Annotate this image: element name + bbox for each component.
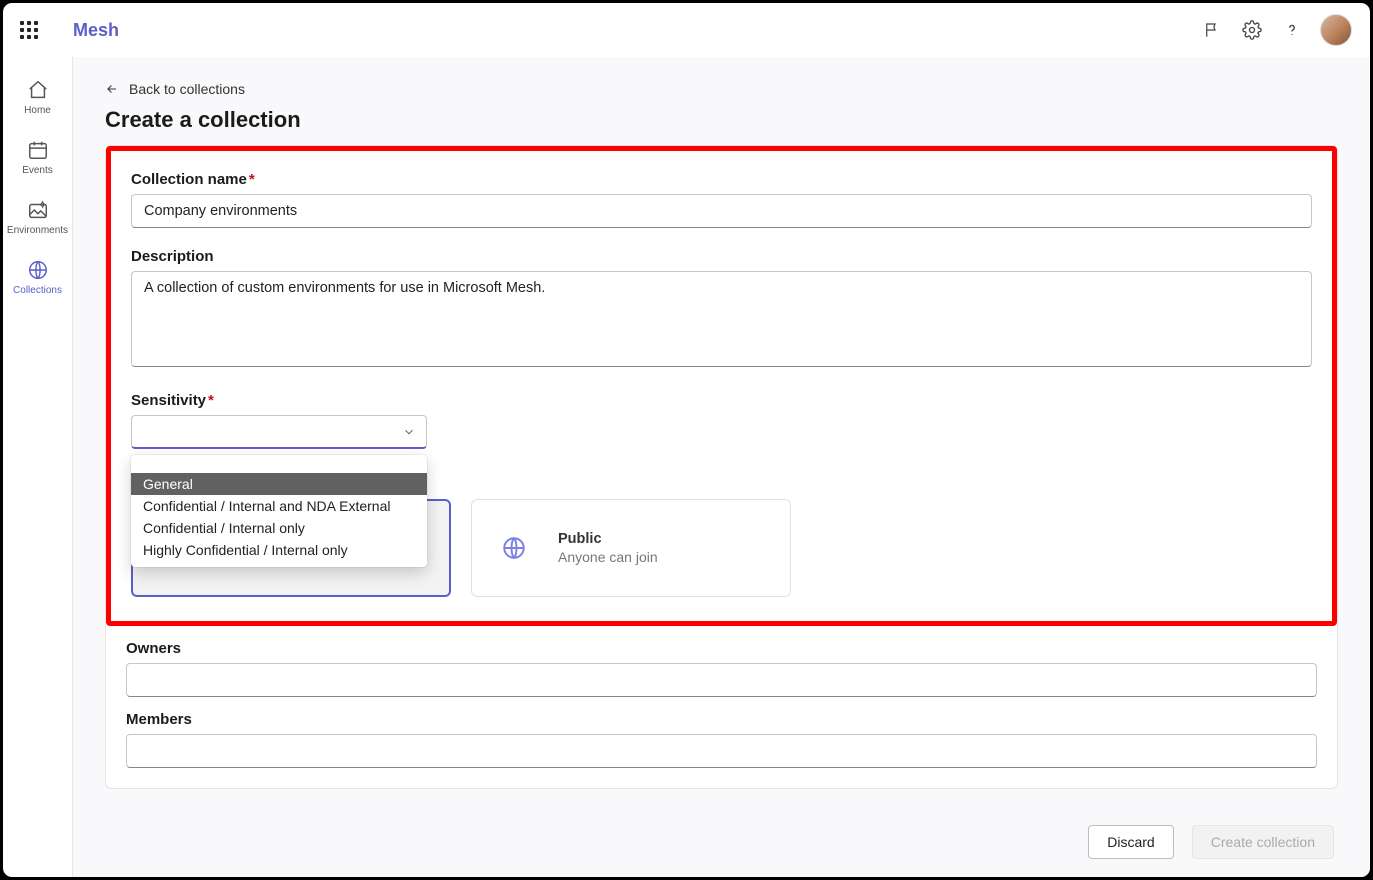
members-label: Members bbox=[126, 711, 1317, 728]
arrow-left-icon bbox=[105, 82, 119, 96]
user-avatar[interactable] bbox=[1320, 14, 1352, 46]
page-title: Create a collection bbox=[105, 107, 1338, 133]
home-icon bbox=[27, 79, 49, 101]
rail-item-environments[interactable]: Environments bbox=[4, 187, 72, 247]
top-bar: Mesh bbox=[3, 3, 1370, 57]
chevron-down-icon bbox=[402, 425, 416, 439]
create-collection-button[interactable]: Create collection bbox=[1192, 825, 1334, 859]
back-to-collections-link[interactable]: Back to collections bbox=[105, 81, 245, 97]
required-asterisk: * bbox=[249, 171, 255, 188]
help-icon[interactable] bbox=[1272, 10, 1312, 50]
rail-label: Events bbox=[22, 165, 53, 176]
owners-label: Owners bbox=[126, 640, 1317, 657]
sensitivity-dropdown: General Confidential / Internal and NDA … bbox=[131, 455, 427, 567]
rail-label: Collections bbox=[13, 285, 62, 296]
main-content: Back to collections Create a collection … bbox=[73, 57, 1370, 877]
public-subtitle: Anyone can join bbox=[558, 549, 658, 565]
collection-name-label: Collection name* bbox=[131, 171, 1312, 188]
form-footer: Discard Create collection bbox=[1088, 825, 1334, 859]
rail-label: Home bbox=[24, 105, 51, 116]
required-asterisk: * bbox=[208, 392, 214, 409]
privacy-option-public[interactable]: Public Anyone can join bbox=[471, 499, 791, 597]
rail-item-home[interactable]: Home bbox=[4, 67, 72, 127]
members-input[interactable] bbox=[126, 734, 1317, 768]
image-sparkle-icon bbox=[27, 199, 49, 221]
settings-icon[interactable] bbox=[1232, 10, 1272, 50]
discard-button[interactable]: Discard bbox=[1088, 825, 1173, 859]
owners-input[interactable] bbox=[126, 663, 1317, 697]
public-title: Public bbox=[558, 531, 658, 547]
highlighted-section: Collection name* Description Sensitivity… bbox=[106, 146, 1337, 626]
sensitivity-label: Sensitivity* bbox=[131, 392, 1312, 409]
description-input[interactable] bbox=[131, 271, 1312, 367]
rail-item-collections[interactable]: Collections bbox=[4, 247, 72, 307]
sensitivity-option-confidential-nda[interactable]: Confidential / Internal and NDA External bbox=[131, 495, 427, 517]
calendar-icon bbox=[27, 139, 49, 161]
sensitivity-option-confidential-internal[interactable]: Confidential / Internal only bbox=[131, 517, 427, 539]
sensitivity-option-highly-confidential[interactable]: Highly Confidential / Internal only bbox=[131, 539, 427, 561]
collection-name-input[interactable] bbox=[131, 194, 1312, 228]
sensitivity-select[interactable] bbox=[131, 415, 427, 449]
globe-icon bbox=[27, 259, 49, 281]
back-label: Back to collections bbox=[129, 81, 245, 97]
app-title: Mesh bbox=[73, 20, 119, 41]
left-rail: Home Events Environments Collections bbox=[3, 57, 73, 877]
form-panel: Collection name* Description Sensitivity… bbox=[105, 145, 1338, 789]
flag-icon[interactable] bbox=[1192, 10, 1232, 50]
globe-icon bbox=[490, 524, 538, 572]
rail-label: Environments bbox=[7, 225, 68, 236]
rail-item-events[interactable]: Events bbox=[4, 127, 72, 187]
description-label: Description bbox=[131, 248, 1312, 265]
waffle-icon[interactable] bbox=[17, 18, 41, 42]
sensitivity-option-general[interactable]: General bbox=[131, 473, 427, 495]
